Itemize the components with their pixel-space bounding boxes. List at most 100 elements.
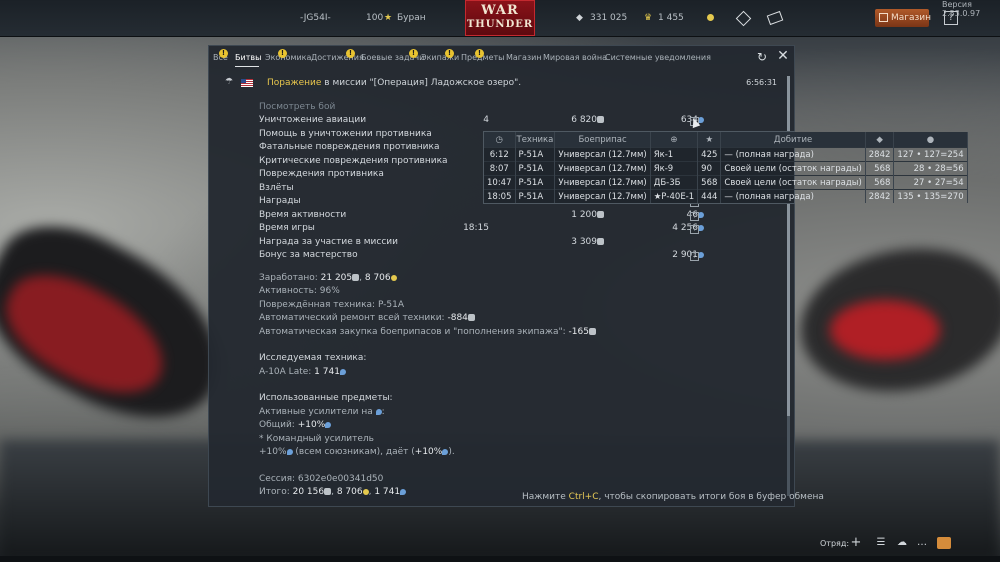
repair-line: Автоматический ремонт всей техники: -884 (259, 312, 759, 326)
player-rank: 100 (366, 13, 384, 23)
gold-balance[interactable]: 1 455 (658, 13, 684, 23)
mail-icon[interactable] (937, 537, 951, 549)
usa-flag-icon (241, 79, 253, 87)
target-column-icon: ⊕ (650, 132, 699, 148)
tab-shop[interactable]: Магазин (506, 53, 542, 62)
tab-items[interactable]: ! Предметы (461, 49, 504, 62)
active-tab-indicator (235, 66, 259, 67)
details-icon[interactable]: ? (690, 252, 699, 261)
score-column-icon: ★ (697, 132, 722, 148)
activity-line: Активность: 96% (259, 286, 340, 296)
silver-icon (467, 314, 475, 321)
tab-all[interactable]: ! Все (213, 49, 228, 62)
reward-row: Уничтожение авиации 4 6 820 634? (259, 115, 759, 129)
parachute-icon: ☂ (225, 77, 234, 87)
kills-detail-tooltip: ◷ Техника Боеприпас ⊕ ★ Добитие ◆ ● 6:12… (483, 116, 968, 204)
message-header: ☂ Поражение в миссии "[Операция] Ладожск… (225, 76, 777, 92)
notifications-window: ! Все Битвы ! Экономика ! Достижения ! Боевы… (208, 45, 824, 507)
finish-column: Добитие (720, 132, 866, 148)
time-column-icon: ◷ (484, 132, 516, 148)
war-thunder-logo[interactable]: WAR THUNDER (465, 0, 535, 36)
squad-booster-line: +10% (всем союзникам), даёт (+10%). (259, 447, 455, 457)
squad-label: Отряд: (820, 539, 850, 548)
silver-icon (597, 237, 604, 245)
premium-bulb-icon[interactable] (707, 14, 714, 21)
tab-world-war[interactable]: Мировая война (543, 53, 607, 62)
alert-badge-icon: ! (278, 49, 287, 58)
ammo-column: Боеприпас (554, 132, 651, 148)
background-plane-marking-right (830, 300, 940, 360)
vehicle-column: Техника (515, 132, 556, 148)
cart-icon (879, 13, 888, 22)
tab-battles[interactable]: Битвы (235, 53, 261, 62)
reward-row: Время активности 1 200 46? (259, 210, 759, 224)
friends-icon[interactable]: ☁ (896, 537, 908, 549)
scrollbar-thumb[interactable] (787, 76, 790, 416)
add-squad-member-icon[interactable]: + (850, 536, 862, 549)
alert-badge-icon: ! (346, 49, 355, 58)
active-boosters-line: Активные усилители на : (259, 406, 385, 417)
chat-icon[interactable]: … (916, 537, 928, 549)
bottom-bar: Отряд: + ☰ ☁ … (0, 531, 1000, 555)
reward-row: Бонус за мастерство 2 901? (259, 250, 759, 264)
tooltip-row: 18:05 P-51A Универсал (12.7мм) ★Р-40Е-1 444—… (484, 189, 968, 203)
items-title: Использованные предметы: (259, 393, 393, 403)
top-bar: -JG54I- 100 ★ Буран WAR THUNDER ◆ 331 02… (0, 0, 1000, 37)
tooltip-row: 8:07 P-51A Универсал (12.7мм) Як-9 90 Своей ц… (484, 161, 968, 176)
research-bulb-icon (362, 489, 369, 495)
gold-eagle-icon: ♛ (644, 13, 653, 23)
silver-icon (597, 116, 604, 123)
research-points-icon (400, 489, 407, 495)
copy-hint: Нажмите Ctrl+C, чтобы скопировать итоги … (522, 492, 824, 502)
reward-row: Награда за участие в миссии 3 309 (259, 237, 759, 251)
silver-icon (597, 210, 604, 218)
tab-battle-tasks[interactable]: ! Боевые задачи (361, 49, 424, 62)
tab-system-notifications[interactable]: Системные уведомления (605, 53, 711, 62)
silver-icon (588, 327, 596, 335)
tab-economy[interactable]: ! Экономика (265, 49, 311, 62)
details-icon[interactable]: ? (690, 225, 699, 234)
silver-balance[interactable]: 331 025 (590, 13, 627, 23)
rearm-line: Автоматическая закупка боеприпасов и "по… (259, 326, 759, 340)
close-icon[interactable]: ✕ (777, 49, 789, 63)
tab-bar: ! Все Битвы ! Экономика ! Достижения ! Боевы… (213, 46, 753, 68)
alert-badge-icon: ! (219, 49, 228, 58)
silver-column-icon: ◆ (865, 132, 895, 148)
message-time: 6:56:31 (746, 78, 777, 87)
view-battle-link[interactable]: Посмотреть бой (259, 102, 759, 112)
shop-button[interactable]: Магазин (875, 9, 931, 27)
alert-badge-icon: ! (475, 49, 484, 58)
contacts-list-icon[interactable]: ☰ (875, 537, 887, 549)
general-booster-line: Общий: +10% (259, 419, 759, 433)
reward-row: Время игры 18:15 4 256? (259, 223, 759, 237)
player-nickname[interactable]: Буран (397, 13, 426, 23)
premium-diamond-icon[interactable] (735, 10, 752, 27)
tooltip-row: 10:47 P-51A Универсал (12.7мм) ДБ-3Б 568 Свое… (484, 175, 968, 190)
alert-badge-icon: ! (445, 49, 454, 58)
earned-line: Заработано: 21 205, 8 706 (259, 272, 759, 286)
rp-column-icon: ● (893, 132, 968, 148)
silver-icon: ◆ (576, 13, 583, 23)
clan-tag[interactable]: -JG54I- (300, 13, 331, 23)
details-icon[interactable]: ? (690, 211, 699, 221)
session-id: Сессия: 6302e0e00341d50 (259, 473, 384, 484)
rank-star-icon: ★ (384, 13, 393, 23)
research-points-icon (325, 422, 332, 428)
coupon-icon[interactable] (766, 10, 784, 26)
refresh-icon[interactable]: ↻ (756, 51, 768, 63)
tab-crews[interactable]: ! Экипажи (421, 49, 459, 62)
tooltip-row: 6:12 P-51A Универсал (12.7мм) Як-1 425— (пол… (484, 147, 968, 162)
bottom-strip (0, 556, 1000, 562)
research-line: A-10A Late: 1 741 (259, 366, 759, 380)
research-bulb-icon (390, 274, 397, 281)
message-title: Поражение в миссии "[Операция] Ладожское… (267, 78, 522, 88)
research-points-icon (339, 368, 346, 375)
damaged-vehicle-line: Повреждённая техника: P-51A (259, 299, 405, 310)
research-points-icon (375, 408, 382, 415)
silver-icon (352, 273, 360, 281)
alert-badge-icon: ! (409, 49, 418, 58)
tab-achievements[interactable]: ! Достижения (311, 49, 364, 62)
squad-booster-title: * Командный усилитель (259, 433, 374, 444)
research-title: Исследуемая техника: (259, 353, 367, 363)
game-version: Версия 2.53.0.97 (942, 0, 981, 18)
